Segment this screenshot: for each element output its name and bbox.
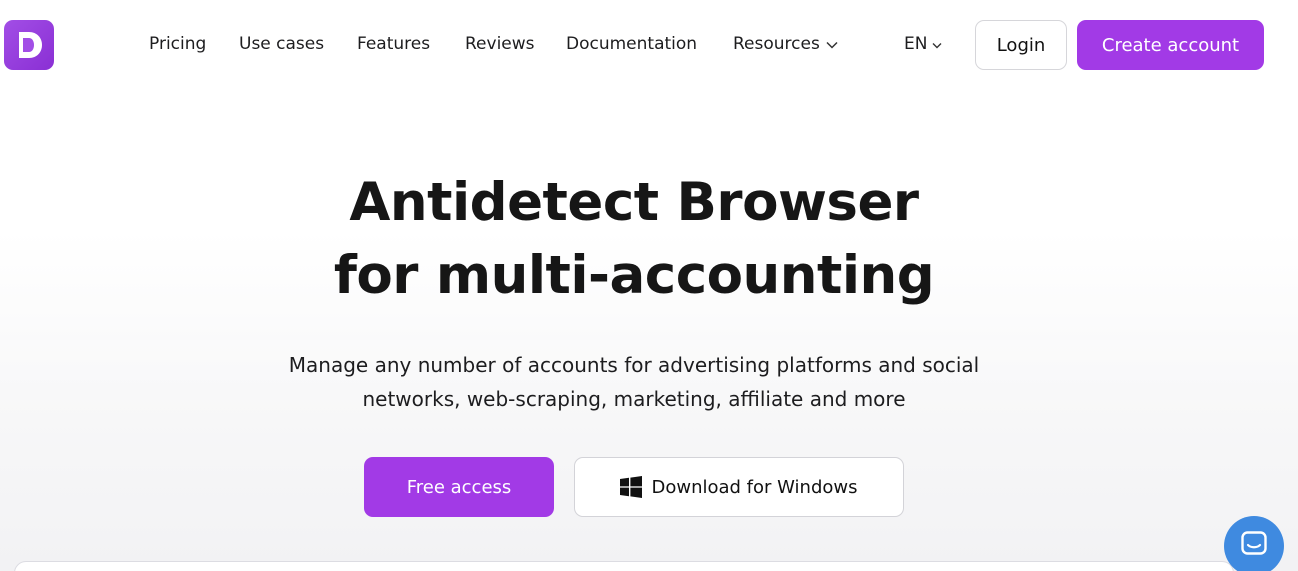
hero-subtitle: Manage any number of accounts for advert… <box>0 348 1268 416</box>
download-button-label: Download for Windows <box>651 476 858 498</box>
app-preview-card <box>14 561 1234 571</box>
site-header: Pricing Use cases Features Reviews Docum… <box>0 0 1298 92</box>
d-logo-icon <box>19 32 42 58</box>
language-selector[interactable]: EN <box>904 32 942 56</box>
chat-widget-button[interactable] <box>1224 516 1284 571</box>
nav-pricing[interactable]: Pricing <box>149 32 206 56</box>
hero-subtitle-line1: Manage any number of accounts for advert… <box>288 353 980 377</box>
download-windows-button[interactable]: Download for Windows <box>574 457 904 517</box>
logo[interactable] <box>4 20 54 70</box>
nav-use-cases[interactable]: Use cases <box>239 32 324 56</box>
hero-title-line2: for multi-accounting <box>333 245 935 306</box>
chevron-down-icon <box>826 32 838 56</box>
chat-icon <box>1241 531 1267 555</box>
nav-documentation[interactable]: Documentation <box>566 32 697 56</box>
free-access-button[interactable]: Free access <box>364 457 554 517</box>
hero-subtitle-line2: networks, web-scraping, marketing, affil… <box>362 387 906 411</box>
nav-resources[interactable]: Resources <box>733 32 838 56</box>
language-label: EN <box>904 34 928 54</box>
hero-title-line1: Antidetect Browser <box>349 172 919 233</box>
chevron-down-icon <box>932 32 942 56</box>
nav-reviews[interactable]: Reviews <box>465 32 535 56</box>
windows-icon <box>620 476 643 498</box>
nav-resources-label: Resources <box>733 34 820 54</box>
hero-title: Antidetect Browser for multi-accounting <box>0 166 1268 312</box>
nav-features[interactable]: Features <box>357 32 430 56</box>
login-button[interactable]: Login <box>975 20 1067 70</box>
create-account-button[interactable]: Create account <box>1077 20 1264 70</box>
